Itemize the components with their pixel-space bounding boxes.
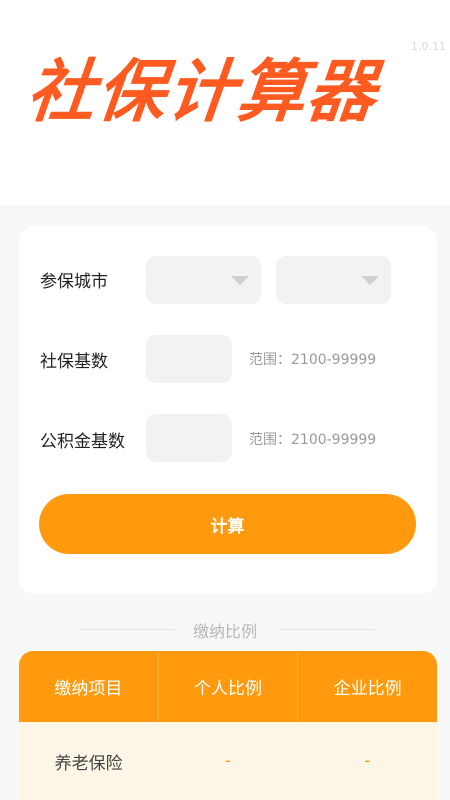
column-header-company: 企业比例 bbox=[333, 679, 402, 699]
province-select[interactable] bbox=[146, 256, 261, 304]
app-logo-title: 社保计算器 bbox=[23, 53, 382, 132]
city-select[interactable] bbox=[276, 256, 391, 304]
ratio-table-header: 缴纳项目 个人比例 企业比例 bbox=[19, 651, 437, 722]
divider-line-right bbox=[280, 629, 375, 630]
calculate-button[interactable]: 计算 bbox=[39, 494, 416, 554]
city-label: 参保城市 bbox=[40, 272, 108, 292]
calculator-form-card: 参保城市 社保基数 范围：2100-99999 公积金基数 范围：2100-99… bbox=[19, 226, 437, 594]
chevron-down-icon bbox=[361, 276, 379, 285]
row-item-name: 养老保险 bbox=[54, 753, 123, 774]
fund-base-label: 公积金基数 bbox=[40, 432, 125, 452]
column-header-item: 缴纳项目 bbox=[19, 651, 159, 722]
table-row: 养老保险 - - bbox=[19, 722, 437, 800]
ratio-table: 缴纳项目 个人比例 企业比例 养老保险 - - bbox=[19, 651, 437, 800]
ratio-section-title: 缴纳比例 bbox=[192, 622, 257, 641]
fund-base-input[interactable] bbox=[146, 414, 232, 462]
social-base-range-hint: 范围：2100-99999 bbox=[249, 352, 377, 368]
column-header-personal: 个人比例 bbox=[159, 651, 299, 722]
social-base-input[interactable] bbox=[146, 335, 232, 383]
row-personal-ratio: - bbox=[224, 751, 232, 771]
row-company-ratio: - bbox=[364, 751, 371, 771]
version-label: 1.0.11 bbox=[411, 40, 446, 53]
chevron-down-icon bbox=[231, 276, 249, 285]
fund-base-range-hint: 范围：2100-99999 bbox=[249, 432, 377, 448]
app-header: 1.0.11 社保计算器 bbox=[0, 0, 450, 205]
social-base-label: 社保基数 bbox=[40, 352, 108, 372]
